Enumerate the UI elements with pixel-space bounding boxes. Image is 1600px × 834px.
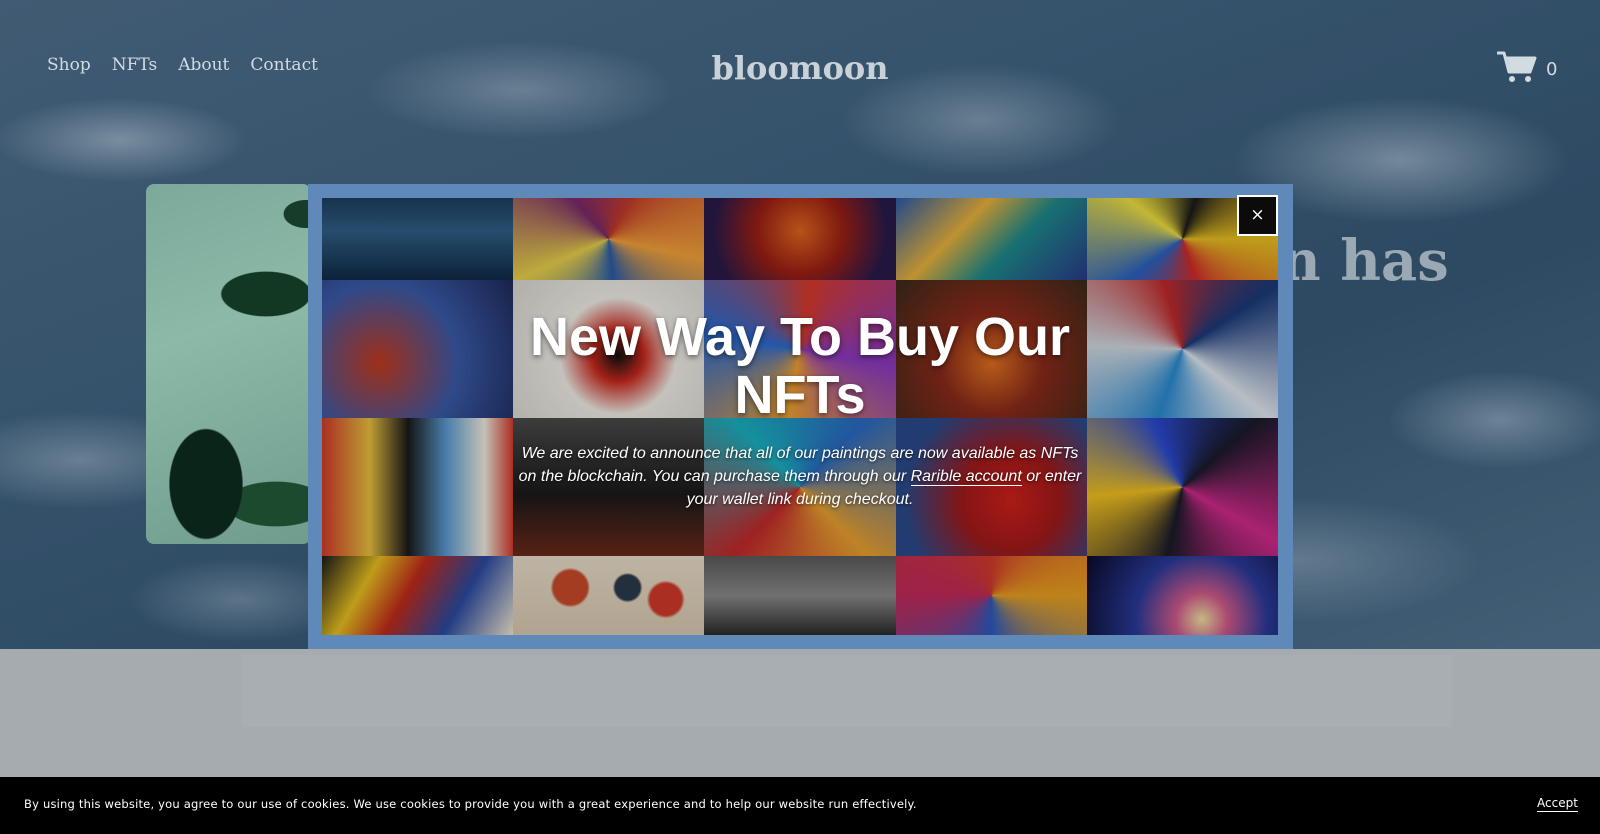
cart-count: 0 bbox=[1546, 58, 1558, 80]
modal-title: New Way To Buy Our NFTs bbox=[529, 307, 1071, 425]
modal-close-button[interactable]: × bbox=[1237, 195, 1278, 236]
nav-link-about[interactable]: About bbox=[178, 55, 229, 75]
nav-link-shop[interactable]: Shop bbox=[47, 55, 91, 75]
cookie-accept-button[interactable]: Accept bbox=[1537, 796, 1578, 812]
cookie-message: By using this website, you agree to our … bbox=[24, 797, 917, 811]
hero-headline: n has bbox=[1280, 228, 1449, 294]
main-nav: Shop NFTs About Contact bbox=[47, 55, 318, 75]
modal-content: New Way To Buy Our NFTs We are excited t… bbox=[322, 198, 1278, 635]
nft-announcement-modal: New Way To Buy Our NFTs We are excited t… bbox=[322, 198, 1278, 635]
nav-link-nfts[interactable]: NFTs bbox=[112, 55, 158, 75]
rarible-account-link[interactable]: Rarible account bbox=[910, 468, 1022, 486]
cart-button[interactable]: 0 bbox=[1496, 50, 1558, 88]
cart-icon bbox=[1496, 50, 1537, 88]
cookie-banner: By using this website, you agree to our … bbox=[0, 777, 1600, 834]
nav-link-contact[interactable]: Contact bbox=[250, 55, 318, 75]
content-placeholder bbox=[242, 655, 1452, 727]
modal-description: We are excited to announce that all of o… bbox=[512, 442, 1088, 511]
hero-plant-photo bbox=[146, 184, 311, 544]
